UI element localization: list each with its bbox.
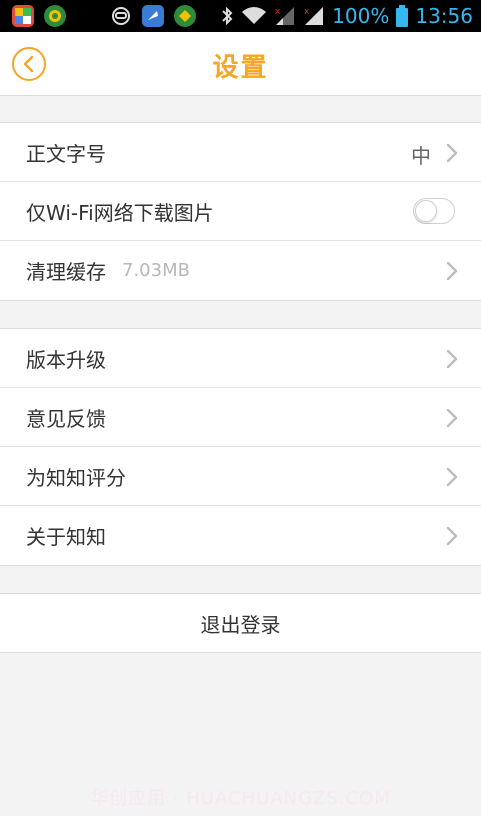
svg-text:x: x (275, 7, 281, 17)
feedback-row[interactable]: 意见反馈 (0, 388, 481, 447)
rate-app-label: 为知知评分 (26, 465, 126, 490)
wifi-icon (241, 6, 267, 26)
clock: 13:56 (415, 4, 473, 28)
version-upgrade-label: 版本升级 (26, 347, 106, 372)
chevron-right-icon (445, 525, 459, 547)
app-notification-icon (174, 5, 196, 27)
wifi-only-row: 仅Wi-Fi网络下载图片 (0, 182, 481, 241)
bluetooth-icon (220, 5, 234, 27)
cache-size: 7.03MB (122, 260, 190, 281)
signal-icon: x (303, 5, 325, 27)
watermark: 华创应用 · HUACHUANGZS.COM (90, 788, 391, 809)
status-bar: x x 100% 13:56 (0, 0, 481, 32)
chevron-right-icon (445, 466, 459, 488)
about-row[interactable]: 关于知知 (0, 506, 481, 565)
rate-app-row[interactable]: 为知知评分 (0, 447, 481, 506)
logout-label: 退出登录 (200, 612, 281, 637)
clear-cache-label: 清理缓存 (26, 260, 106, 284)
about-label: 关于知知 (26, 525, 106, 549)
font-size-row[interactable]: 正文字号 中 (0, 123, 481, 182)
page-title: 设置 (212, 53, 269, 83)
version-upgrade-row[interactable]: 版本升级 (0, 329, 481, 388)
signal-icon: x (274, 5, 296, 27)
chevron-right-icon (445, 348, 459, 370)
chevron-right-icon (445, 142, 459, 164)
logout-button[interactable]: 退出登录 (0, 593, 481, 653)
settings-group-about: 版本升级 意见反馈 为知知评分 关于知知 (0, 328, 481, 566)
app-header: 设置 (0, 32, 481, 96)
battery-percent: 100% (332, 4, 390, 28)
app-notification-icon (44, 5, 66, 27)
wifi-only-toggle[interactable] (413, 198, 455, 224)
svg-text:x: x (304, 7, 310, 17)
chevron-right-icon (445, 407, 459, 429)
toggle-knob (415, 200, 437, 222)
settings-group-general: 正文字号 中 仅Wi-Fi网络下载图片 清理缓存 7.03MB (0, 122, 481, 301)
battery-icon (396, 5, 409, 27)
chevron-right-icon (445, 260, 459, 282)
app-notification-icon (12, 5, 34, 27)
app-notification-icon (142, 5, 164, 27)
font-size-value: 中 (411, 144, 431, 168)
font-size-label: 正文字号 (26, 141, 106, 166)
robot-notification-icon (110, 5, 132, 27)
notification-icons (0, 5, 196, 27)
clear-cache-row[interactable]: 清理缓存 7.03MB (0, 241, 481, 300)
feedback-label: 意见反馈 (26, 406, 106, 431)
wifi-only-label: 仅Wi-Fi网络下载图片 (26, 200, 214, 225)
system-status-icons: x x 100% 13:56 (220, 0, 473, 32)
